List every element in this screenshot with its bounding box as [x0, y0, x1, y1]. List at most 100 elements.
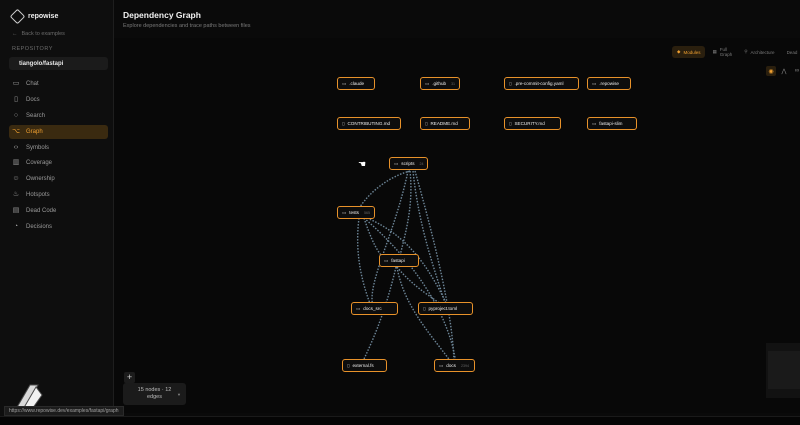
node-label: SECURITY.md [514, 121, 545, 126]
node-label: .github [432, 81, 447, 86]
folder-icon: ▭ [425, 80, 430, 86]
file-icon: ▯ [342, 120, 345, 126]
graph-edge [412, 170, 448, 310]
sidebar-item-label: Search [26, 112, 46, 119]
node-label: .claude [349, 81, 365, 86]
graph-icon: ⌥ [12, 127, 21, 135]
file-icon: ▯ [509, 120, 512, 126]
brand-name: repowise [28, 13, 59, 20]
graph-node[interactable]: ▭ tests 565 [337, 206, 375, 219]
page-subtitle: Explore dependencies and trace paths bet… [123, 23, 251, 29]
full-graph-view-button[interactable]: ▦ Full Graph [707, 46, 737, 58]
sidebar: repowise ← Back to examples REPOSITORY t… [0, 0, 114, 425]
sidebar-nav: ▭ Chat ▯ Docs ○ Search ⌥ Graph ‹› Symbol… [9, 77, 108, 236]
repository-section-label: REPOSITORY [12, 46, 53, 52]
bottom-bar [0, 416, 800, 425]
sidebar-item-search[interactable]: ○ Search [9, 109, 108, 123]
graph-minimap[interactable] [766, 343, 800, 398]
node-label: fastapi [391, 258, 405, 263]
graph-node[interactable]: ▯ pyproject.toml [418, 302, 473, 315]
graph-node[interactable]: ▭ .github 31 [420, 77, 460, 90]
modules-label: Modules [683, 49, 701, 55]
back-to-examples-link[interactable]: ← Back to examples [12, 31, 65, 37]
modules-view-button[interactable]: ◆ Modules [672, 46, 706, 58]
flame-icon: ♨ [12, 191, 20, 199]
back-link-label: Back to examples [21, 31, 65, 37]
graph-node[interactable]: ▭ docs_src [351, 302, 398, 315]
graph-node[interactable]: ▯ external.fs [342, 359, 387, 372]
repowise-logo-icon [9, 8, 26, 25]
link-icon[interactable]: ∞ [792, 66, 800, 76]
node-count: 24 [419, 161, 424, 166]
sidebar-item-label: Dead Code [26, 208, 57, 215]
sidebar-item-docs[interactable]: ▯ Docs [9, 93, 108, 107]
graph-node[interactable]: ▯ CONTRIBUTING.md [337, 117, 401, 130]
node-label: pyproject.toml [428, 306, 458, 311]
graph-secondary-toolbar: ◉ ⋀ ∞ [766, 66, 800, 76]
hand-cursor-icon: ☚ [358, 159, 367, 169]
sidebar-item-decisions[interactable]: ◔ Decisions [9, 220, 108, 234]
brand[interactable]: repowise [9, 8, 59, 25]
folder-icon: ▭ [592, 80, 597, 86]
graph-node[interactable]: ▭ .claude [337, 77, 375, 90]
file-icon: ▯ [509, 80, 512, 86]
sidebar-item-graph[interactable]: ⌥ Graph [9, 124, 108, 139]
folder-icon: ▭ [356, 305, 361, 311]
page-title: Dependency Graph [123, 10, 201, 20]
search-icon: ○ [13, 111, 19, 119]
graph-stats-panel[interactable]: 15 nodes · 12 edges ▼ [123, 383, 186, 405]
lightbulb-icon: ◔ [13, 223, 19, 231]
sidebar-item-symbols[interactable]: ‹› Symbols [9, 141, 108, 155]
graph-node[interactable]: ▯ README.md [420, 117, 470, 130]
sidebar-item-chat[interactable]: ▭ Chat [9, 77, 108, 91]
bar-chart-icon: ▥ [12, 159, 20, 167]
graph-node[interactable]: ▭ fastapi [379, 254, 419, 267]
sidebar-item-dead-code[interactable]: ▤ Dead Code [9, 204, 108, 218]
zoom-in-button[interactable]: + [124, 372, 135, 383]
modules-icon: ◆ [677, 49, 681, 54]
node-label: docs [446, 363, 456, 368]
sidebar-item-ownership[interactable]: ☺ Ownership [9, 172, 108, 186]
graph-canvas[interactable] [114, 38, 800, 413]
folder-icon: ▭ [439, 362, 444, 368]
sidebar-item-coverage[interactable]: ▥ Coverage [9, 156, 108, 170]
sidebar-item-label: Symbols [26, 144, 50, 151]
grid-icon: ▦ [712, 49, 717, 54]
status-bar-url: https://www.repowise.dev/examples/fastap… [4, 406, 124, 416]
graph-node[interactable]: ▭ docs 2394 [434, 359, 475, 372]
graph-node[interactable]: ▯ .pre-commit-config.yaml [504, 77, 579, 90]
node-label: docs_src [363, 306, 382, 311]
module-filter-icon[interactable]: ◉ [766, 66, 776, 76]
graph-view-toolbar: ◆ Modules ▦ Full Graph ⚲ Architecture De… [672, 46, 800, 58]
graph-node[interactable]: ▭ scripts 24 [389, 157, 428, 170]
node-label: scripts [401, 161, 415, 166]
file-icon: ▯ [347, 362, 350, 368]
architecture-view-button[interactable]: ⚲ Architecture [739, 46, 779, 58]
sidebar-item-label: Chat [26, 81, 39, 87]
sidebar-item-label: Graph [26, 128, 43, 135]
graph-node[interactable]: ▭ .repowise [587, 77, 631, 90]
folder-icon: ▭ [394, 160, 399, 166]
path-trace-icon[interactable]: ⋀ [779, 66, 789, 76]
sidebar-item-label: Hotspots [26, 192, 50, 199]
book-icon: ▯ [14, 95, 18, 103]
dead-code-view-button[interactable]: Dead [782, 46, 800, 58]
minimap-viewport[interactable] [768, 351, 800, 389]
node-count: 565 [363, 210, 370, 215]
graph-node[interactable]: ▭ fastapi-slim [587, 117, 637, 130]
node-label: tests [349, 210, 359, 215]
graph-node[interactable]: ▯ SECURITY.md [504, 117, 561, 130]
file-icon: ▯ [423, 305, 426, 311]
node-label: .repowise [599, 81, 619, 86]
sidebar-item-label: Docs [26, 96, 40, 103]
dead-code-label: Dead [786, 49, 798, 55]
graph-edges [356, 170, 457, 367]
page-header: Dependency Graph Explore dependencies an… [123, 10, 251, 29]
sidebar-item-hotspots[interactable]: ♨ Hotspots [9, 188, 108, 202]
code-icon: ‹› [13, 143, 19, 151]
sidebar-item-label: Ownership [26, 176, 55, 183]
full-graph-label: Full Graph [719, 47, 733, 57]
repo-selector[interactable]: tiangolo/fastapi [9, 57, 108, 70]
chevron-down-icon: ▼ [177, 392, 181, 397]
graph-edge [396, 266, 455, 367]
